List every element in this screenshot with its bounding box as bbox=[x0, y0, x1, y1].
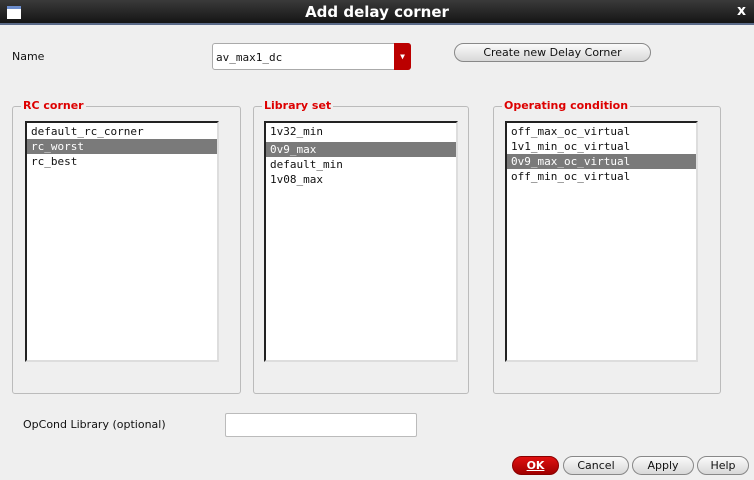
list-item[interactable]: default_min bbox=[266, 157, 456, 172]
name-label: Name bbox=[12, 50, 45, 63]
list-item[interactable]: rc_best bbox=[27, 154, 217, 169]
ok-label: OK bbox=[526, 459, 545, 472]
name-combobox[interactable]: av_max1_dc ▼ bbox=[212, 43, 411, 70]
title-bar: Add delay corner x bbox=[0, 0, 754, 25]
name-value: av_max1_dc bbox=[216, 51, 283, 64]
list-item[interactable]: off_max_oc_virtual bbox=[507, 124, 696, 139]
list-item[interactable]: 0v9_max_oc_virtual bbox=[507, 154, 696, 169]
list-item[interactable]: 0v9_max bbox=[266, 142, 456, 157]
opcond-library-input[interactable] bbox=[225, 413, 417, 437]
chevron-down-icon[interactable]: ▼ bbox=[394, 43, 411, 70]
rc-corner-label: RC corner bbox=[21, 99, 86, 112]
library-set-label: Library set bbox=[262, 99, 334, 112]
operating-condition-label: Operating condition bbox=[502, 99, 631, 112]
list-item[interactable]: 1v32_min bbox=[266, 124, 456, 139]
library-set-list[interactable]: 1v32_min 0v9_max default_min 1v08_max bbox=[264, 121, 458, 362]
operating-condition-list[interactable]: off_max_oc_virtual 1v1_min_oc_virtual 0v9_… bbox=[505, 121, 698, 362]
list-item[interactable]: 1v1_min_oc_virtual bbox=[507, 139, 696, 154]
create-delay-corner-button[interactable]: Create new Delay Corner bbox=[454, 43, 651, 62]
list-item[interactable]: rc_worst bbox=[27, 139, 217, 154]
close-icon[interactable]: x bbox=[737, 3, 746, 19]
ok-button[interactable]: OK bbox=[512, 456, 559, 475]
list-item[interactable]: 1v08_max bbox=[266, 172, 456, 187]
cancel-button[interactable]: Cancel bbox=[563, 456, 629, 475]
window-title: Add delay corner bbox=[305, 3, 449, 21]
opcond-label: OpCond Library (optional) bbox=[23, 418, 166, 431]
list-item[interactable]: off_min_oc_virtual bbox=[507, 169, 696, 184]
apply-button[interactable]: Apply bbox=[632, 456, 694, 475]
rc-corner-list[interactable]: default_rc_corner rc_worst rc_best bbox=[25, 121, 219, 362]
list-item[interactable]: default_rc_corner bbox=[27, 124, 217, 139]
help-button[interactable]: Help bbox=[697, 456, 749, 475]
